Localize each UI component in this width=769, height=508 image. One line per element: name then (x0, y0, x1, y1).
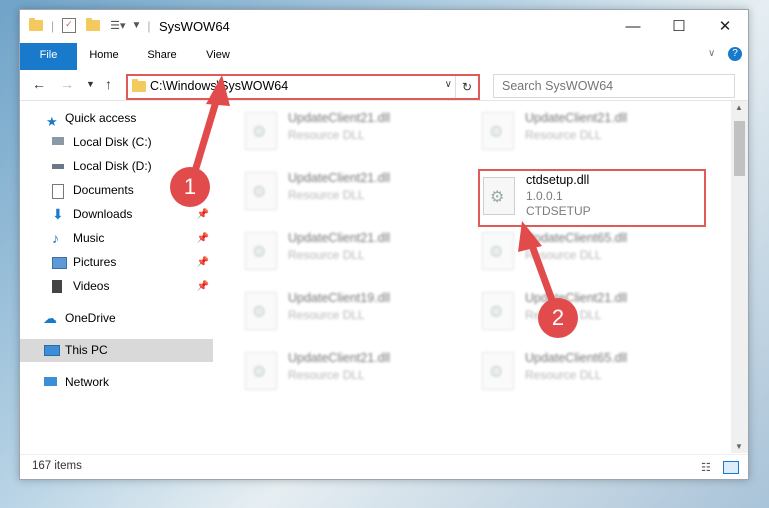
arrow-2-head (518, 221, 542, 252)
step-badge-2: 2 (538, 298, 578, 338)
arrow-1 (192, 91, 222, 172)
arrow-1-head (206, 75, 230, 106)
arrow-2 (526, 236, 556, 304)
annotation-arrows (192, 75, 556, 304)
step-badge-1: 1 (170, 167, 210, 207)
